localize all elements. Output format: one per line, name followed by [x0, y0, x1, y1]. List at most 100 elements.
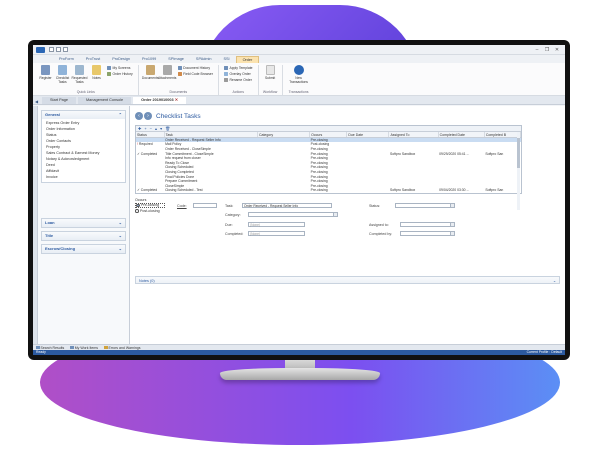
sidebar-section-header[interactable]: General ⌃ [42, 111, 125, 119]
tab-start-page[interactable]: Start Page [42, 97, 76, 104]
post-closing-radio[interactable]: Post-closing [135, 208, 165, 214]
notes-icon [92, 65, 101, 75]
table-cell: Closing Scheduled - Test [165, 188, 203, 193]
code-input[interactable] [193, 202, 217, 208]
tab-proform[interactable]: ProForm [53, 56, 80, 63]
sidebar-item-invoice[interactable]: Invoice [46, 174, 121, 180]
page-title: Checklist Tasks [156, 112, 201, 120]
requested-tasks-icon [75, 65, 84, 75]
content-header: ‹ › Checklist Tasks [135, 110, 560, 122]
sidebar-section-header[interactable]: Escrow/Closing ⌄ [42, 245, 125, 253]
checklist-icon [58, 65, 67, 75]
attachments-button[interactable]: Attachments [158, 65, 176, 80]
tab-prodesign[interactable]: ProDesign [106, 56, 136, 63]
save-icon[interactable] [49, 47, 54, 52]
chevron-down-icon: ⌄ [118, 220, 122, 225]
task-label: Task: [225, 203, 234, 208]
sidebar: General ⌃ Express Order Entry Order Infor… [38, 106, 130, 344]
ribbon-group-label: Workflow [262, 90, 278, 94]
maximize-icon[interactable]: ❐ [542, 47, 552, 53]
field-code-browser-button[interactable]: Field Code Browser [177, 71, 213, 77]
status-select[interactable] [395, 202, 455, 208]
due-select[interactable]: (None) [248, 221, 305, 227]
close-tab-icon[interactable]: ✕ [175, 98, 178, 102]
tab-order[interactable]: Order [235, 56, 260, 63]
table-cell: Pre-closing [310, 188, 328, 193]
monitor: – ❐ ✕ ProForm ProTrust ProDesign Pro1099… [28, 40, 570, 360]
minimize-icon[interactable]: – [532, 47, 542, 53]
sidebar-section-loan: Loan ⌄ [41, 218, 126, 228]
title-bar: – ❐ ✕ [33, 45, 565, 55]
move-up-icon[interactable]: ▴ [155, 126, 157, 131]
tab-pro1099[interactable]: Pro1099 [136, 56, 162, 63]
assigned-to-select[interactable] [400, 221, 455, 227]
tab-protrust[interactable]: ProTrust [80, 56, 106, 63]
requested-tasks-button[interactable]: Requested Tasks [71, 65, 88, 84]
sidebar-section-header[interactable]: Loan ⌄ [42, 219, 125, 227]
main-area: General ⌃ Express Order Entry Order Infor… [33, 106, 565, 344]
add-icon[interactable]: ✚ [138, 126, 141, 131]
new-transactions-button[interactable]: New Transactions [286, 65, 312, 84]
app-logo-icon [36, 46, 45, 53]
submit-button[interactable]: Submit [262, 65, 279, 80]
ribbon-group-label: Quick Links [76, 90, 95, 94]
table-cell [347, 188, 389, 193]
move-down-icon[interactable]: ▾ [160, 126, 162, 131]
delete-icon[interactable]: 🗑 [165, 126, 170, 131]
screens-icon [107, 66, 111, 70]
rename-icon [223, 78, 228, 82]
tab-management-console[interactable]: Management Console [77, 97, 132, 104]
status-bar: Ready Current Profile : Default [33, 350, 565, 355]
field-code-icon [177, 72, 182, 76]
quick-access-dropdown-icon[interactable] [63, 47, 68, 52]
forward-icon[interactable]: › [144, 112, 152, 120]
tab-spadmin[interactable]: SPAdmin [190, 56, 218, 63]
tab-my-work-items[interactable]: My Work Items [70, 346, 98, 350]
scrollbar-thumb[interactable] [517, 138, 520, 168]
sidebar-section-title: Title ⌄ [41, 231, 126, 241]
sidebar-section-header[interactable]: Title ⌄ [42, 232, 125, 240]
ribbon-group-quick-links: Register Checklist Tasks Requested Tasks… [37, 65, 139, 95]
tab-errors-warnings[interactable]: Errors and Warnings [104, 346, 140, 350]
tab-search-results[interactable]: Search Results [36, 346, 64, 350]
submit-icon [265, 65, 275, 75]
tab-scroll-left-icon[interactable]: ◀ [35, 99, 42, 104]
task-input[interactable]: Order Received - Request Seller Info [242, 202, 332, 208]
tab-order[interactable]: Order 2019010003 ✕ [133, 97, 186, 104]
checklist-tasks-button[interactable]: Checklist Tasks [54, 65, 71, 84]
transactions-icon [293, 65, 304, 75]
chevron-up-icon: ⌃ [118, 112, 122, 117]
chevron-down-icon: ⌄ [118, 246, 122, 251]
document-tabs: ◀ Start Page Management Console Order 20… [33, 96, 565, 105]
ribbon: Register Checklist Tasks Requested Tasks… [33, 63, 565, 96]
back-icon[interactable]: ‹ [135, 112, 143, 120]
tab-ssi[interactable]: SSI [217, 56, 235, 63]
assigned-to-label: Assigned to: [369, 222, 389, 227]
close-icon[interactable]: ✕ [552, 47, 562, 53]
table-cell: Softpro Sandbox [389, 188, 416, 193]
insert-icon[interactable]: + [144, 126, 146, 131]
order-history-button[interactable]: Order History [107, 71, 133, 77]
chevron-down-icon: ⌄ [552, 279, 556, 283]
monitor-stand-base [220, 368, 380, 380]
notes-button[interactable]: Notes [88, 65, 105, 80]
documents-icon [145, 65, 155, 75]
ribbon-group-actions: Apply Template Overlay Order Rename Orde… [222, 65, 259, 95]
register-button[interactable]: Register [37, 65, 54, 80]
completed-by-select[interactable] [400, 230, 455, 236]
category-select[interactable] [248, 211, 338, 217]
ribbon-group-label: Actions [232, 90, 244, 94]
documents-button[interactable]: Documents [142, 65, 159, 80]
completed-select[interactable]: (None) [248, 230, 305, 236]
undo-icon[interactable] [56, 47, 61, 52]
tab-spimage[interactable]: SPImage [162, 56, 190, 63]
remove-icon[interactable]: − [150, 126, 152, 131]
tasks-table: Status Task Category Occurs Due Date Ass… [136, 132, 522, 193]
search-results-icon [36, 345, 40, 350]
rename-order-button[interactable]: Rename Order [223, 77, 253, 83]
table-row[interactable]: ✓ Completed Closing Scheduled - Test Pre-c… [136, 188, 521, 193]
chevron-down-icon: ⌄ [118, 233, 122, 238]
completed-by-label: Completed by: [369, 231, 393, 236]
notes-panel[interactable]: Notes (0) ⌄ [135, 276, 560, 284]
app-window: – ❐ ✕ ProForm ProTrust ProDesign Pro1099… [33, 45, 565, 355]
